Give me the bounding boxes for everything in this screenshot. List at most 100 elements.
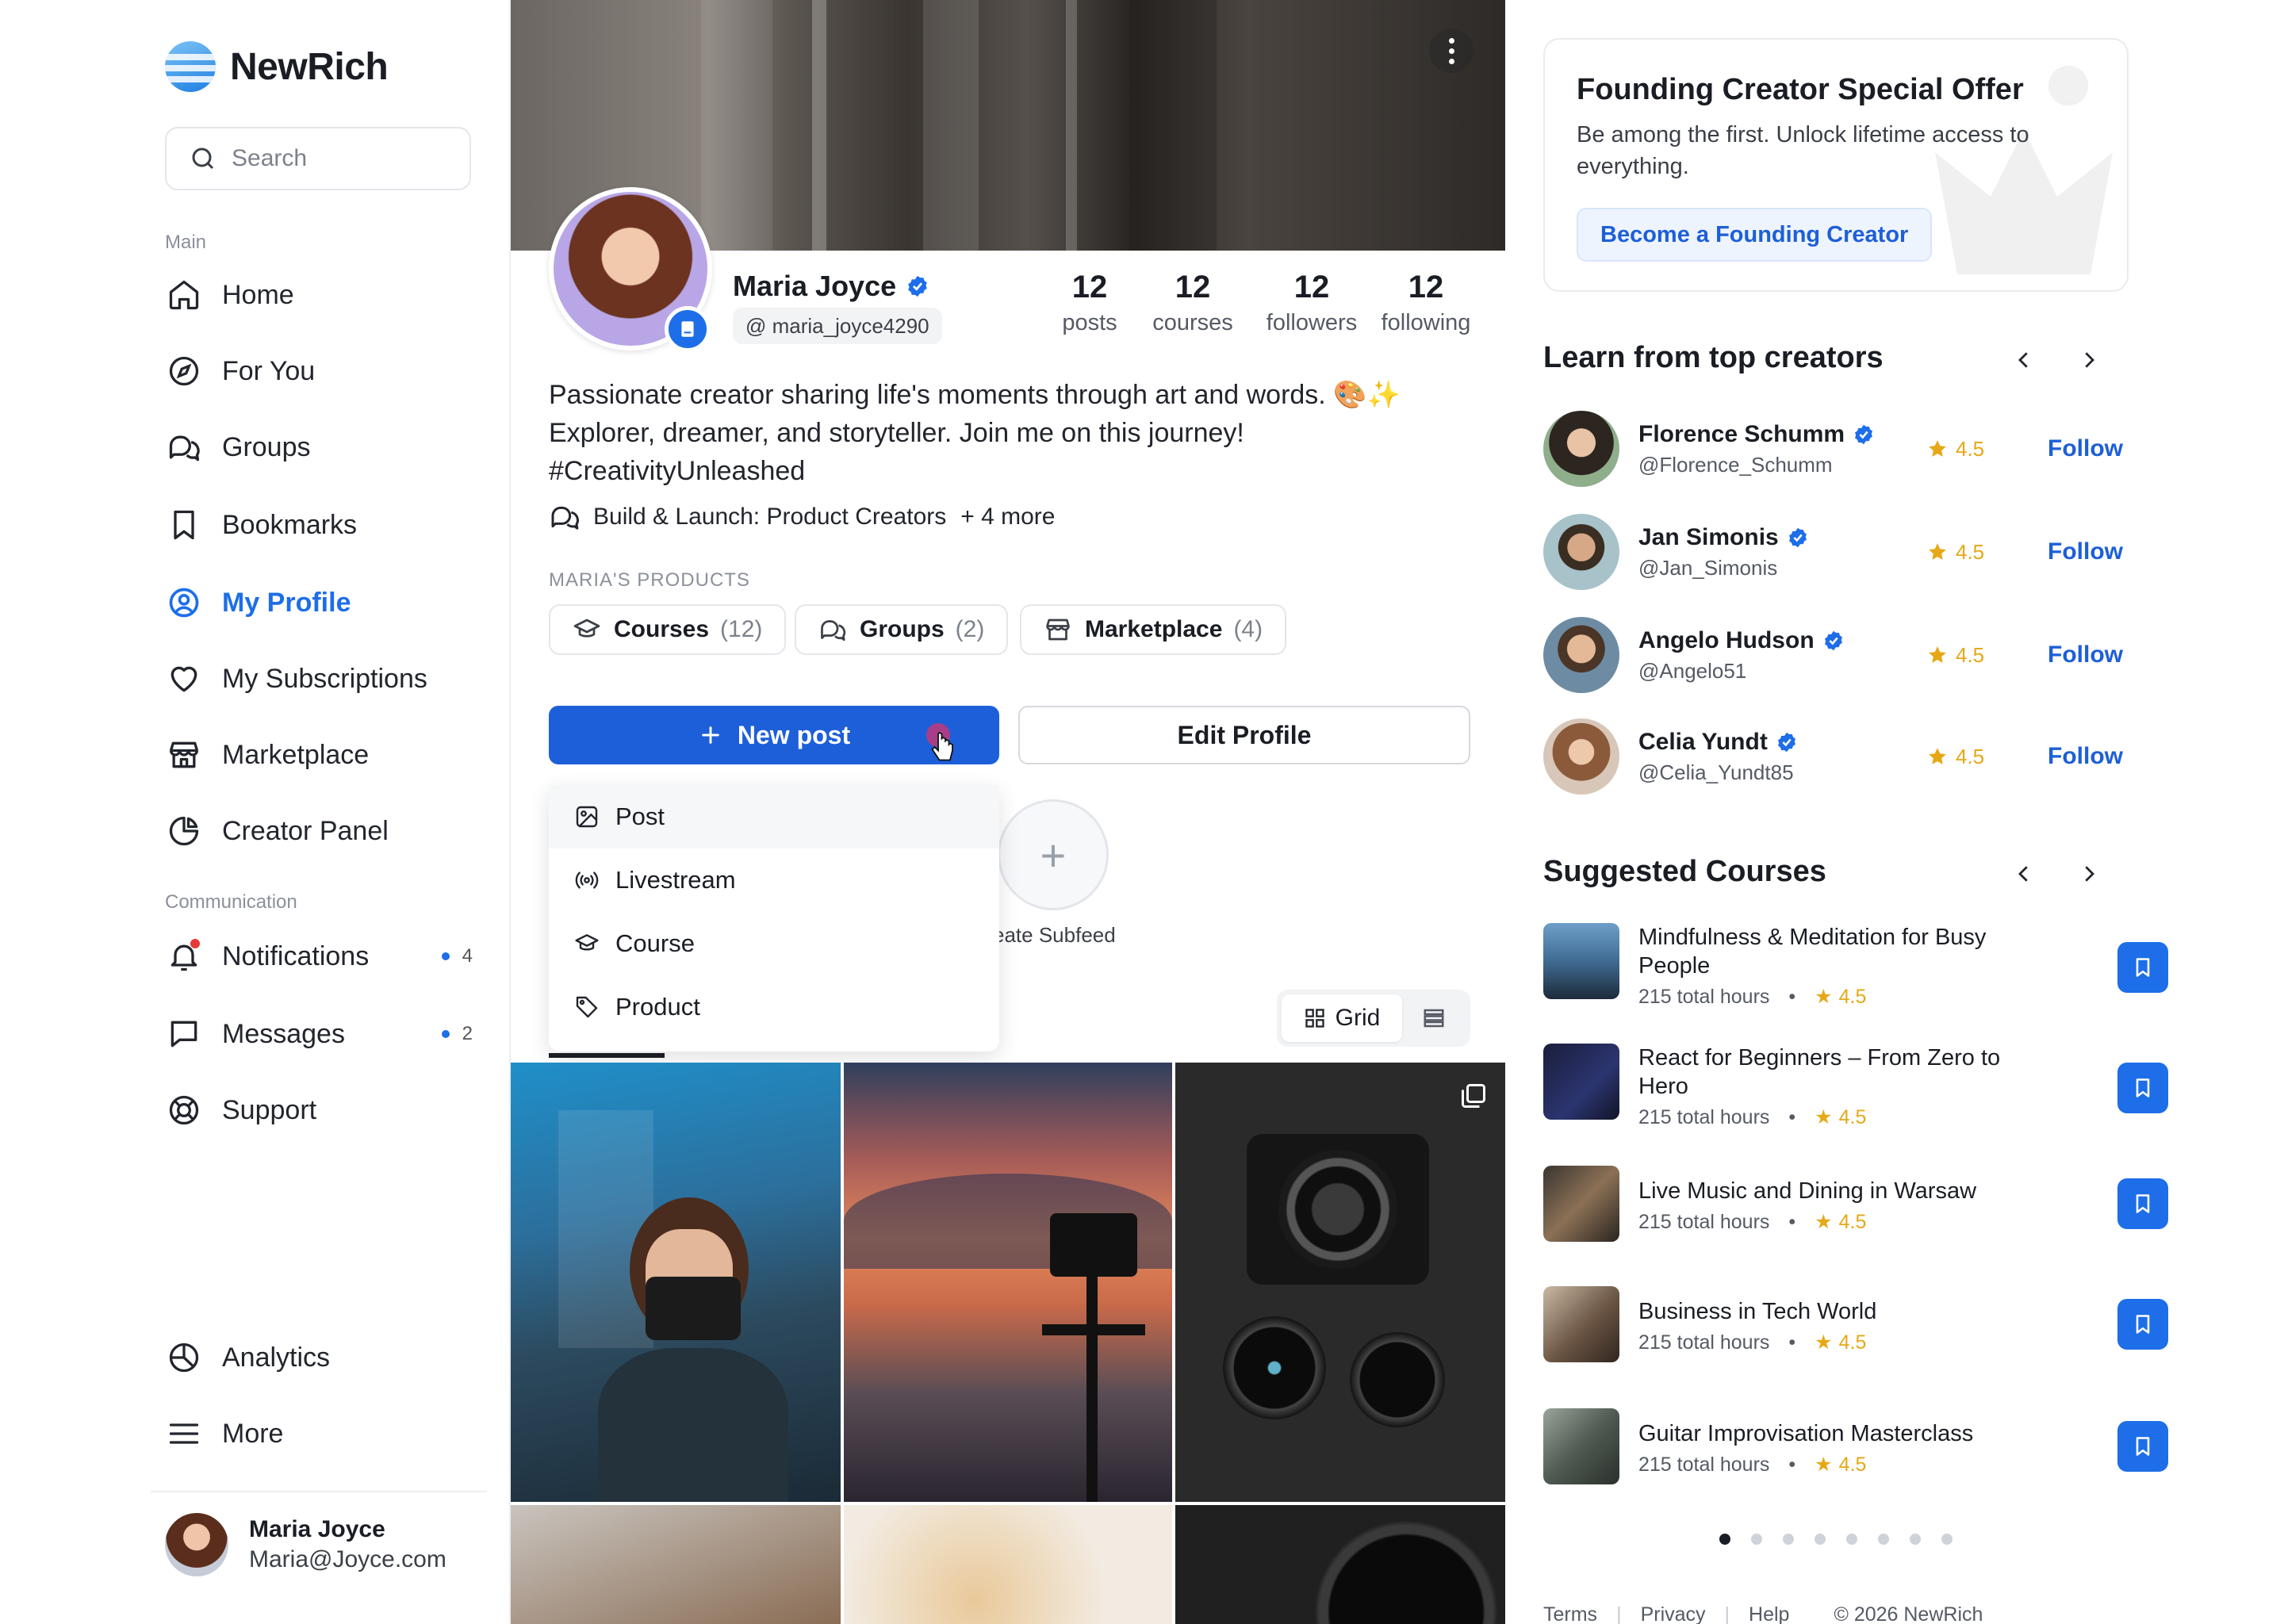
grid-view-button[interactable]: Grid bbox=[1282, 994, 1402, 1042]
bookmark-course-button[interactable] bbox=[2117, 942, 2168, 993]
pagination-dot[interactable] bbox=[1941, 1534, 1953, 1545]
courses-next-button[interactable] bbox=[2073, 858, 2105, 890]
sidebar-user-card[interactable]: Maria Joyce Maria@Joyce.com bbox=[165, 1513, 446, 1576]
course-meta: 215 total hours • ★ 4.5 bbox=[1638, 1105, 1867, 1129]
creator-badge-icon bbox=[665, 306, 711, 352]
pagination-dot[interactable] bbox=[1846, 1534, 1857, 1545]
follow-button[interactable]: Follow bbox=[2048, 435, 2123, 462]
course-thumbnail bbox=[1543, 1166, 1619, 1242]
course-row[interactable]: Live Music and Dining in Warsaw 215 tota… bbox=[1543, 1166, 2168, 1242]
sidebar-item-for-you[interactable]: For You bbox=[165, 347, 482, 395]
group-more-link[interactable]: + 4 more bbox=[960, 504, 1055, 530]
top-creators-title: Learn from top creators bbox=[1543, 341, 1884, 374]
bookmark-course-button[interactable] bbox=[2117, 1299, 2168, 1350]
course-row[interactable]: Business in Tech World 215 total hours • ★… bbox=[1543, 1286, 2168, 1362]
sidebar-item-my-subscriptions[interactable]: My Subscriptions bbox=[165, 655, 482, 703]
footer-terms-link[interactable]: Terms bbox=[1543, 1603, 1597, 1624]
course-title: Live Music and Dining in Warsaw bbox=[1638, 1178, 1977, 1204]
tag-icon bbox=[576, 996, 598, 1018]
product-chip-courses[interactable]: Courses (12) bbox=[549, 604, 787, 655]
course-row[interactable]: Guitar Improvisation Masterclass 215 tot… bbox=[1543, 1408, 2168, 1484]
pagination-dot[interactable] bbox=[1719, 1534, 1730, 1545]
sidebar-item-support[interactable]: Support bbox=[165, 1086, 482, 1134]
stat-posts[interactable]: 12 posts bbox=[1034, 270, 1145, 336]
become-founding-creator-button[interactable]: Become a Founding Creator bbox=[1577, 208, 1933, 262]
course-title: Business in Tech World bbox=[1638, 1299, 1877, 1324]
course-thumbnail bbox=[1543, 1286, 1619, 1362]
bookmark-icon bbox=[2136, 1194, 2150, 1213]
sidebar-item-my-profile[interactable]: My Profile bbox=[165, 579, 482, 626]
chevron-left-icon bbox=[2018, 352, 2028, 368]
creator-row[interactable]: Celia Yundt @Celia_Yundt85 4.5 Follow bbox=[1543, 717, 2130, 796]
chevron-right-icon bbox=[2085, 352, 2094, 368]
creator-rating: 4.5 bbox=[1927, 540, 1984, 565]
post-thumbnail[interactable] bbox=[844, 1505, 1172, 1624]
sidebar-item-creator-panel[interactable]: Creator Panel bbox=[165, 807, 482, 855]
post-thumbnail[interactable] bbox=[1175, 1063, 1505, 1502]
bookmark-course-button[interactable] bbox=[2117, 1063, 2168, 1113]
sidebar-item-bookmarks[interactable]: Bookmarks bbox=[165, 501, 482, 549]
sidebar-item-home[interactable]: Home bbox=[165, 271, 482, 319]
creator-row[interactable]: Florence Schumm @Florence_Schumm 4.5 Fol… bbox=[1543, 409, 2130, 488]
store-icon bbox=[1046, 619, 1070, 641]
chevron-left-icon bbox=[2018, 866, 2028, 882]
brand-logo[interactable]: NewRich bbox=[165, 41, 389, 92]
creators-prev-button[interactable] bbox=[2008, 344, 2040, 376]
course-row[interactable]: Mindfulness & Meditation for Busy People… bbox=[1543, 923, 2168, 1009]
sidebar-item-notifications[interactable]: Notifications 4 bbox=[165, 933, 482, 980]
creator-row[interactable]: Jan Simonis @Jan_Simonis 4.5 Follow bbox=[1543, 512, 2130, 592]
star-icon bbox=[1929, 440, 1946, 457]
follow-button[interactable]: Follow bbox=[2048, 743, 2123, 770]
creator-name: Florence Schumm bbox=[1638, 420, 1845, 447]
search-placeholder: Search bbox=[232, 145, 308, 171]
list-view-button[interactable] bbox=[1402, 1006, 1466, 1030]
edit-profile-button[interactable]: Edit Profile bbox=[1018, 706, 1470, 764]
courses-prev-button[interactable] bbox=[2008, 858, 2040, 890]
pagination-dot[interactable] bbox=[1910, 1534, 1921, 1545]
post-thumbnail[interactable] bbox=[511, 1505, 841, 1624]
menu-item-post[interactable]: Post bbox=[549, 785, 999, 848]
profile-groups-row[interactable]: Build & Launch: Product Creators + 4 mor… bbox=[549, 501, 1055, 533]
post-thumbnail[interactable] bbox=[511, 1063, 841, 1502]
create-subfeed-button[interactable]: + bbox=[998, 799, 1109, 910]
stat-courses[interactable]: 12 courses bbox=[1129, 270, 1256, 336]
stat-followers[interactable]: 12 followers bbox=[1240, 270, 1383, 336]
product-chip-marketplace[interactable]: Marketplace (4) bbox=[1020, 604, 1287, 655]
course-title: React for Beginners – From Zero to Hero bbox=[1638, 1045, 2001, 1099]
user-email: Maria@Joyce.com bbox=[249, 1546, 446, 1572]
sidebar-item-label: Analytics bbox=[222, 1342, 331, 1373]
course-row[interactable]: React for Beginners – From Zero to Hero … bbox=[1543, 1044, 2168, 1129]
sidebar-item-label: My Profile bbox=[222, 587, 351, 618]
sidebar-item-more[interactable]: More bbox=[165, 1410, 482, 1457]
menu-item-product[interactable]: Product bbox=[549, 975, 999, 1039]
bookmark-course-button[interactable] bbox=[2117, 1421, 2168, 1472]
creator-row[interactable]: Angelo Hudson @Angelo51 4.5 Follow bbox=[1543, 615, 2130, 695]
creators-next-button[interactable] bbox=[2073, 344, 2105, 376]
footer-privacy-link[interactable]: Privacy bbox=[1641, 1603, 1706, 1624]
avatar bbox=[1543, 411, 1619, 487]
pagination-dot[interactable] bbox=[1751, 1534, 1762, 1545]
menu-item-course[interactable]: Course bbox=[549, 912, 999, 975]
stat-following[interactable]: 12 following bbox=[1362, 270, 1489, 336]
sidebar-item-groups[interactable]: Groups bbox=[165, 423, 482, 471]
menu-item-livestream[interactable]: Livestream bbox=[549, 848, 999, 912]
product-chip-groups[interactable]: Groups (2) bbox=[795, 604, 1009, 655]
sidebar-item-messages[interactable]: Messages 2 bbox=[165, 1010, 482, 1058]
post-thumbnail[interactable] bbox=[844, 1063, 1172, 1502]
verified-icon bbox=[908, 275, 927, 297]
follow-button[interactable]: Follow bbox=[2048, 642, 2123, 668]
multiple-images-icon bbox=[1462, 1084, 1485, 1108]
creator-rating: 4.5 bbox=[1927, 643, 1984, 668]
pagination-dot[interactable] bbox=[1783, 1534, 1794, 1545]
bookmark-course-button[interactable] bbox=[2117, 1178, 2168, 1229]
follow-button[interactable]: Follow bbox=[2048, 538, 2123, 565]
pagination-dot[interactable] bbox=[1815, 1534, 1826, 1545]
sidebar-item-analytics[interactable]: Analytics bbox=[165, 1334, 482, 1381]
post-thumbnail[interactable] bbox=[1175, 1505, 1505, 1624]
footer: Terms | Privacy | Help © 2026 NewRich bbox=[1543, 1603, 1983, 1624]
sidebar-item-marketplace[interactable]: Marketplace bbox=[165, 731, 482, 779]
search-input[interactable]: Search bbox=[165, 127, 471, 190]
footer-help-link[interactable]: Help bbox=[1749, 1603, 1789, 1624]
cover-more-button[interactable] bbox=[1429, 29, 1473, 73]
pagination-dot[interactable] bbox=[1878, 1534, 1889, 1545]
